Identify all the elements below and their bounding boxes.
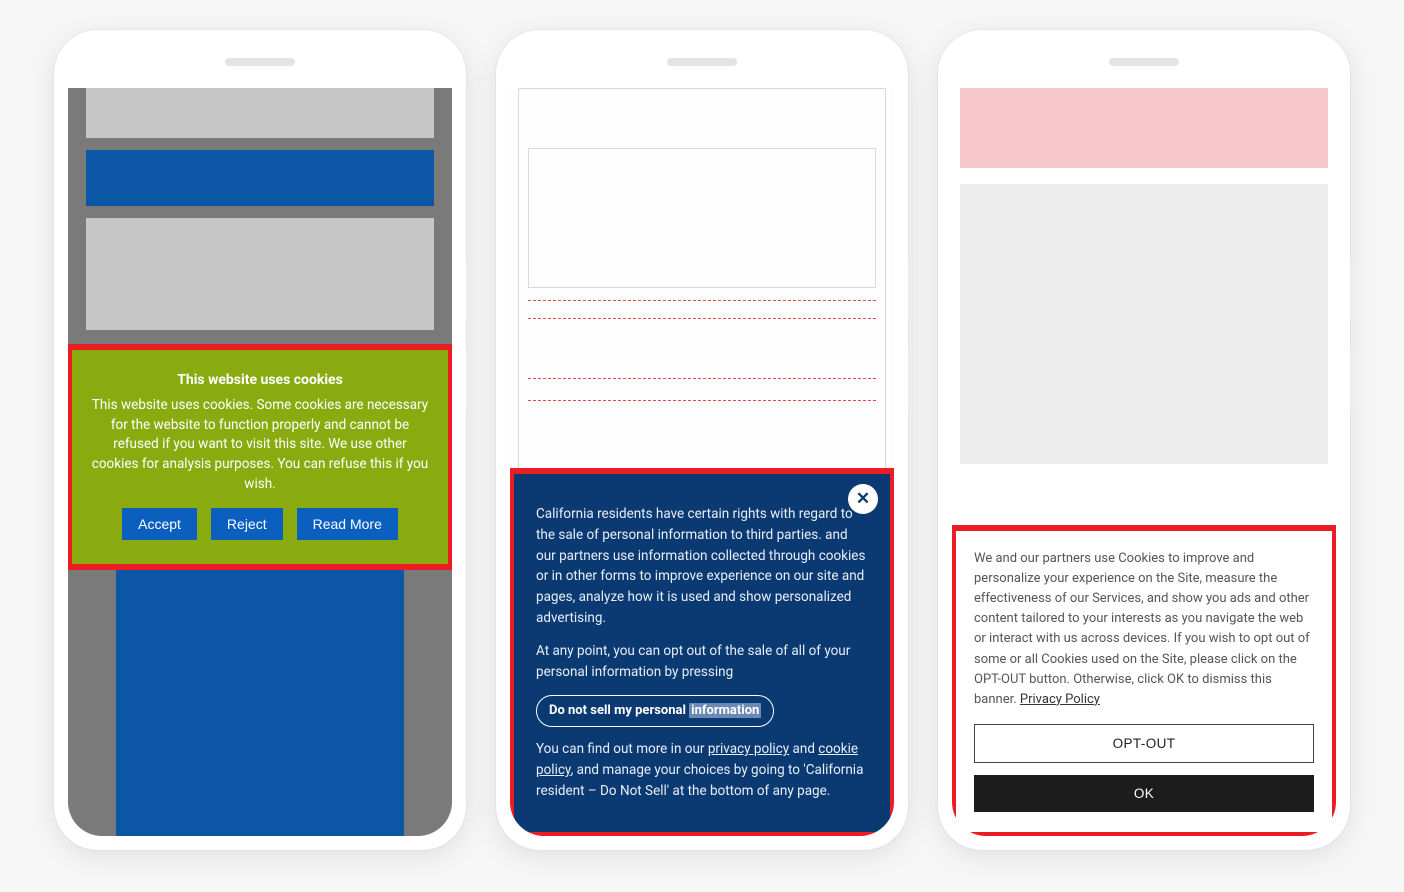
layout-block	[528, 400, 876, 401]
banner-text: , and manage your choices by going to 'C…	[536, 762, 863, 799]
layout-block	[528, 378, 876, 379]
layout-block	[528, 318, 876, 319]
speaker-icon	[667, 58, 737, 66]
banner-paragraph: You can find out more in our privacy pol…	[536, 739, 868, 802]
screen-3: We and our partners use Cookies to impro…	[952, 88, 1336, 836]
cookie-consent-banner: This website uses cookies This website u…	[72, 350, 448, 564]
consent-highlight: ✕ California residents have certain righ…	[510, 468, 894, 836]
layout-block	[86, 218, 434, 330]
screen-1: This website uses cookies This website u…	[68, 88, 452, 836]
ok-button[interactable]: OK	[974, 775, 1314, 812]
consent-highlight: This website uses cookies This website u…	[68, 344, 452, 570]
banner-text: We and our partners use Cookies to impro…	[974, 551, 1310, 707]
banner-buttons: Accept Reject Read More	[90, 508, 430, 540]
page-background: This website uses cookies This website u…	[68, 88, 452, 836]
banner-title: This website uses cookies	[90, 370, 430, 390]
cookie-consent-banner: We and our partners use Cookies to impro…	[956, 531, 1332, 832]
speaker-icon	[225, 58, 295, 66]
banner-text: You can find out more in our	[536, 741, 708, 757]
banner-paragraph: Do not sell my personal information	[536, 695, 868, 727]
page-background: We and our partners use Cookies to impro…	[952, 88, 1336, 836]
banner-buttons: OPT-OUT OK	[974, 724, 1314, 812]
layout-block	[86, 150, 434, 206]
layout-block	[528, 148, 876, 288]
screen-2: ✕ California residents have certain righ…	[510, 88, 894, 836]
phone-frame-1: This website uses cookies This website u…	[54, 30, 466, 850]
banner-paragraph: At any point, you can opt out of the sal…	[536, 641, 868, 683]
layout-block	[528, 300, 876, 301]
banner-paragraph: California residents have certain rights…	[536, 504, 868, 630]
ccpa-consent-banner: ✕ California residents have certain righ…	[514, 474, 890, 832]
page-background: ✕ California residents have certain righ…	[510, 88, 894, 836]
layout-block	[86, 88, 434, 138]
side-button-icon	[466, 350, 470, 410]
side-button-icon	[908, 260, 912, 320]
do-not-sell-button[interactable]: Do not sell my personal information	[536, 695, 774, 727]
side-button-icon	[1350, 350, 1354, 410]
side-button-icon	[908, 350, 912, 410]
privacy-policy-link[interactable]: Privacy Policy	[1020, 692, 1100, 707]
side-button-icon	[1350, 260, 1354, 320]
speaker-icon	[1109, 58, 1179, 66]
side-button-icon	[466, 260, 470, 320]
consent-highlight: We and our partners use Cookies to impro…	[952, 525, 1336, 836]
read-more-button[interactable]: Read More	[297, 508, 398, 540]
reject-button[interactable]: Reject	[211, 508, 283, 540]
button-label: Do not sell my personal	[549, 703, 689, 718]
layout-block	[960, 88, 1328, 168]
accept-button[interactable]: Accept	[122, 508, 197, 540]
privacy-policy-link[interactable]: privacy policy	[708, 741, 789, 757]
phone-frame-3: We and our partners use Cookies to impro…	[938, 30, 1350, 850]
phone-frame-2: ✕ California residents have certain righ…	[496, 30, 908, 850]
button-label-highlight: information	[689, 703, 761, 718]
banner-paragraph: We and our partners use Cookies to impro…	[974, 549, 1314, 710]
banner-text: California residents have certain rights…	[536, 506, 853, 543]
close-icon[interactable]: ✕	[848, 484, 878, 514]
opt-out-button[interactable]: OPT-OUT	[974, 724, 1314, 763]
banner-body: This website uses cookies. Some cookies …	[90, 396, 430, 494]
banner-text: and	[789, 741, 818, 757]
layout-block	[116, 568, 404, 836]
layout-block	[960, 184, 1328, 464]
